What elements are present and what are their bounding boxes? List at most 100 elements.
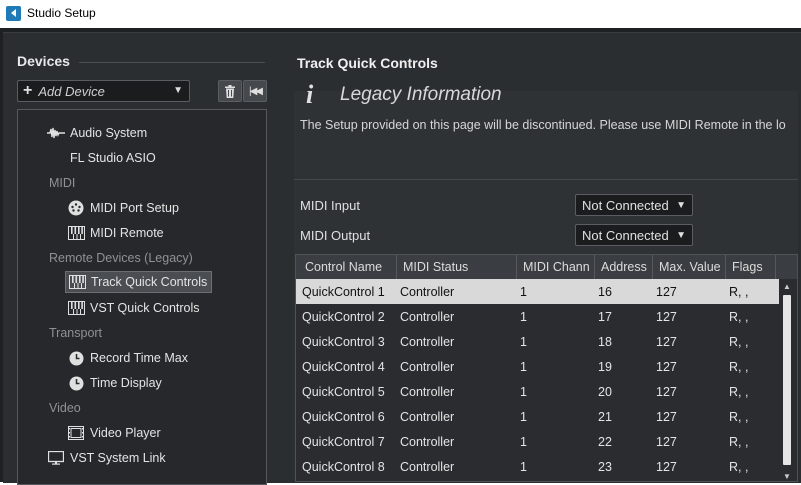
table-row[interactable]: QuickControl 1 Controller 1 16 127 R, ,: [296, 279, 781, 304]
midi-input-value: Not Connected: [582, 197, 669, 213]
cell-midi-channel: 1: [520, 309, 527, 324]
cell-midi-status: Controller: [400, 309, 455, 324]
table-row[interactable]: QuickControl 8 Controller 1 23 127 R, ,: [296, 454, 781, 479]
midi-output-dropdown[interactable]: Not Connected ▼: [575, 224, 693, 246]
cell-address: 16: [598, 284, 612, 299]
quick-controls-table[interactable]: Control Name MIDI Status MIDI Chann Addr…: [295, 254, 798, 482]
column-header-midi-status[interactable]: MIDI Status: [397, 255, 517, 279]
clock-icon: [67, 350, 85, 366]
column-header-flags[interactable]: Flags: [726, 255, 776, 279]
waveform-icon: [47, 125, 65, 141]
tree-item-vst-system-link[interactable]: VST System Link: [47, 447, 166, 469]
devices-tree[interactable]: Audio System FL Studio ASIO MIDI MIDI Po…: [17, 109, 267, 485]
tree-item-label: Time Display: [90, 376, 162, 390]
remove-device-button[interactable]: [218, 80, 242, 102]
column-header-max-value[interactable]: Max. Value: [653, 255, 726, 279]
cell-max-value: 127: [656, 334, 677, 349]
cell-midi-channel: 1: [520, 359, 527, 374]
cell-midi-channel: 1: [520, 434, 527, 449]
chevron-down-icon: ▼: [676, 200, 686, 211]
trash-icon: [225, 84, 235, 98]
cell-control-name: QuickControl 1: [302, 284, 385, 299]
legacy-title: Legacy Information: [340, 84, 502, 105]
scroll-down-icon[interactable]: ▼: [783, 472, 791, 481]
cell-address: 23: [598, 459, 612, 474]
chevron-down-icon: ▼: [676, 230, 686, 241]
tree-item-label: Record Time Max: [90, 351, 188, 365]
monitor-icon: [47, 450, 65, 466]
cell-midi-channel: 1: [520, 409, 527, 424]
devices-divider: [79, 62, 265, 63]
plus-icon: +: [23, 82, 33, 99]
reset-device-button[interactable]: |◀◀: [243, 80, 267, 102]
tree-item-label: Video Player: [90, 426, 161, 440]
table-scrollbar[interactable]: ▲ ▼: [779, 279, 797, 481]
cell-max-value: 127: [656, 309, 677, 324]
tree-item-label: FL Studio ASIO: [70, 151, 156, 165]
tree-item-label: MIDI Port Setup: [90, 201, 179, 215]
tree-item-midi-remote[interactable]: MIDI Remote: [67, 222, 164, 244]
midi-input-dropdown[interactable]: Not Connected ▼: [575, 194, 693, 216]
table-row[interactable]: QuickControl 7 Controller 1 22 127 R, ,: [296, 429, 781, 454]
cell-max-value: 127: [656, 459, 677, 474]
cell-max-value: 127: [656, 384, 677, 399]
table-row[interactable]: QuickControl 4 Controller 1 19 127 R, ,: [296, 354, 781, 379]
cell-midi-status: Controller: [400, 359, 455, 374]
tree-item-track-quick-controls[interactable]: Track Quick Controls: [65, 271, 213, 293]
cell-control-name: QuickControl 5: [302, 384, 385, 399]
cell-midi-status: Controller: [400, 384, 455, 399]
table-row[interactable]: QuickControl 5 Controller 1 20 127 R, ,: [296, 379, 781, 404]
table-row[interactable]: QuickControl 6 Controller 1 21 127 R, ,: [296, 404, 781, 429]
keyboard-icon: [68, 274, 86, 290]
scroll-up-icon[interactable]: ▲: [783, 282, 791, 291]
midi-input-label: MIDI Input: [300, 198, 360, 213]
table-header: Control Name MIDI Status MIDI Chann Addr…: [296, 255, 797, 279]
cell-midi-status: Controller: [400, 434, 455, 449]
cell-address: 22: [598, 434, 612, 449]
tree-item-vst-quick-controls[interactable]: VST Quick Controls: [67, 297, 200, 319]
cell-max-value: 127: [656, 434, 677, 449]
cell-control-name: QuickControl 2: [302, 309, 385, 324]
window-title: Studio Setup: [27, 6, 96, 20]
cell-address: 18: [598, 334, 612, 349]
cubase-app-icon: [6, 5, 21, 21]
tree-category-remote-devices: Remote Devices (Legacy): [49, 251, 193, 265]
devices-title: Devices: [17, 53, 70, 69]
column-header-address[interactable]: Address: [595, 255, 653, 279]
cell-control-name: QuickControl 4: [302, 359, 385, 374]
cell-flags: R, ,: [729, 334, 749, 349]
cell-midi-status: Controller: [400, 334, 455, 349]
cell-address: 21: [598, 409, 612, 424]
cell-midi-status: Controller: [400, 284, 455, 299]
tree-item-midi-port-setup[interactable]: MIDI Port Setup: [67, 197, 179, 219]
column-header-midi-channel[interactable]: MIDI Chann: [517, 255, 595, 279]
midi-port-icon: [67, 200, 85, 216]
film-icon: [67, 425, 85, 441]
table-row[interactable]: QuickControl 2 Controller 1 17 127 R, ,: [296, 304, 781, 329]
reset-icon: |◀◀: [249, 85, 263, 97]
section-divider: [294, 179, 798, 180]
cell-control-name: QuickControl 6: [302, 409, 385, 424]
table-row[interactable]: QuickControl 3 Controller 1 18 127 R, ,: [296, 329, 781, 354]
tree-item-time-display[interactable]: Time Display: [67, 372, 162, 394]
tree-item-record-time-max[interactable]: Record Time Max: [67, 347, 188, 369]
tree-item-label: Audio System: [70, 126, 148, 140]
add-device-dropdown[interactable]: + Add Device ▼: [17, 80, 190, 102]
tree-category-transport: Transport: [49, 326, 103, 340]
keyboard-icon: [67, 225, 85, 241]
cell-address: 17: [598, 309, 612, 324]
clock-icon: [67, 375, 85, 391]
scrollbar-thumb[interactable]: [783, 295, 791, 465]
cell-midi-channel: 1: [520, 384, 527, 399]
cell-max-value: 127: [656, 359, 677, 374]
cell-max-value: 127: [656, 409, 677, 424]
panel-title: Track Quick Controls: [297, 55, 438, 71]
tree-item-audio-system[interactable]: Audio System: [47, 122, 147, 144]
cell-flags: R, ,: [729, 434, 749, 449]
legacy-text: The Setup provided on this page will be …: [300, 118, 786, 132]
tree-item-label: MIDI Remote: [90, 226, 164, 240]
cell-flags: R, ,: [729, 284, 749, 299]
tree-item-asio-driver[interactable]: FL Studio ASIO: [70, 147, 156, 169]
column-header-control-name[interactable]: Control Name: [299, 255, 397, 279]
tree-item-video-player[interactable]: Video Player: [67, 422, 161, 444]
